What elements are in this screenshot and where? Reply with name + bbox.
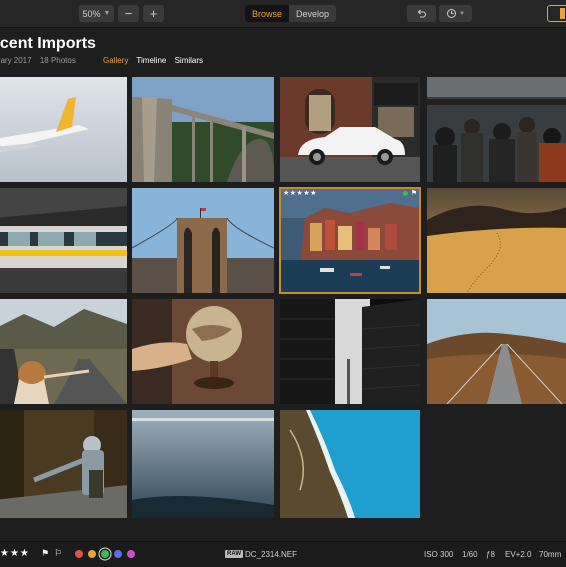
zoom-value: 50% [82,8,101,19]
photo-thumbnail[interactable] [0,188,127,293]
color-label-red[interactable] [75,550,83,558]
tab-gallery[interactable]: Gallery [103,56,128,65]
photo-thumbnail[interactable] [132,299,274,404]
photo-thumbnail[interactable] [0,410,127,518]
view-tabs: Gallery Timeline Similars [103,56,209,65]
filename: DC_2314.NEF [245,550,298,559]
tab-timeline[interactable]: Timeline [136,56,166,65]
photo-count: 18 Photos [39,56,76,65]
thumbnail-rating: ★★★★★ [283,190,317,197]
shutter-value: 1/60 [462,550,478,559]
chevron-down-icon: ▼ [103,10,111,17]
zoom-out-button[interactable]: − [118,5,139,22]
photo-thumbnail[interactable] [280,77,420,182]
sidebar-toggle-button[interactable] [547,5,566,22]
photo-thumbnail[interactable] [0,77,127,182]
top-toolbar: 50% ▼ − + Browse Develop ▼ [0,0,566,28]
chevron-down-icon: ▼ [459,10,465,17]
tab-browse[interactable]: Browse [245,5,290,22]
photo-thumbnail[interactable] [132,77,274,182]
color-label-purple[interactable] [127,550,135,558]
reject-flag-icon[interactable]: ⚐ [54,548,62,559]
color-label-blue[interactable] [114,550,122,558]
history-clock-icon [447,9,457,18]
photo-thumbnail-selected[interactable]: ★★★★★ ⚑ [279,187,421,294]
photo-thumbnail[interactable] [280,410,420,518]
sidebar-toggle-icon [560,8,565,19]
exposure-value: EV+2.0 [505,550,532,559]
undo-icon [417,9,427,18]
color-label-orange[interactable] [88,550,96,558]
album-title: ecent Imports [0,35,96,52]
rating-stars[interactable]: ★★★ [0,548,30,559]
flag-icon: ⚑ [410,190,417,197]
album-date: uary 2017 [0,56,32,65]
zoom-dropdown[interactable]: 50% ▼ [79,5,114,22]
photo-thumbnail[interactable] [427,299,566,404]
album-subtitle: uary 2017 18 Photos [0,56,82,65]
flag-icon[interactable]: ⚑ [41,548,49,559]
photo-thumbnail[interactable] [132,410,274,518]
bottom-status-bar: ★★★ ⚑ ⚐ RAW DC_2314.NEF ISO 300 1/60 ƒ8 … [0,541,566,567]
photo-thumbnail[interactable] [132,188,274,293]
mode-switcher: Browse Develop [245,5,337,22]
raw-badge: RAW [225,550,243,558]
iso-value: ISO 300 [424,550,454,559]
photo-thumbnail[interactable] [280,299,420,404]
history-button[interactable]: ▼ [439,5,472,22]
undo-button[interactable] [407,5,436,22]
aperture-value: ƒ8 [486,550,495,559]
photo-thumbnail[interactable] [0,299,127,404]
tab-similars[interactable]: Similars [175,56,203,65]
thumbnail-color-label [403,191,408,196]
zoom-in-button[interactable]: + [143,5,164,22]
focal-length-value: 70mm [539,550,562,559]
photo-thumbnail[interactable] [427,77,566,182]
photo-thumbnail[interactable] [427,188,566,293]
color-label-green[interactable] [101,550,109,558]
tab-develop[interactable]: Develop [289,5,336,22]
